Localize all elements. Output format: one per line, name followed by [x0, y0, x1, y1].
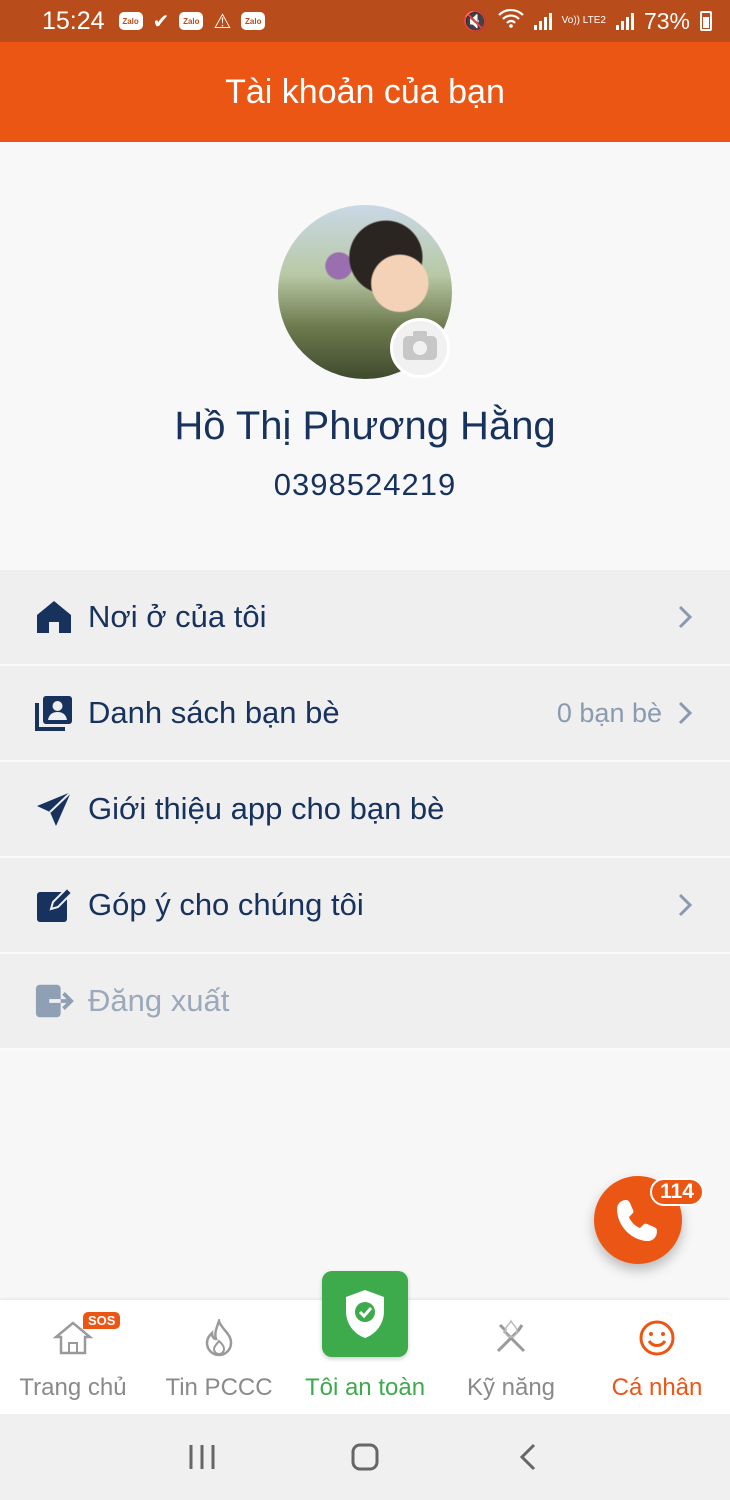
volte-label: Vo)) LTE2 [561, 15, 606, 26]
home-button[interactable] [345, 1437, 385, 1477]
signal-icon [615, 12, 634, 30]
tab-label: Cá nhân [611, 1374, 703, 1401]
menu-item-label: Danh sách bạn bè [88, 695, 340, 730]
signal-icon [533, 12, 552, 30]
profile-section: Hồ Thị Phương Hằng 0398524219 [0, 142, 730, 570]
user-name: Hồ Thị Phương Hằng [174, 404, 556, 448]
zalo-icon: Zalo [241, 12, 266, 30]
recent-apps-button[interactable] [182, 1437, 222, 1477]
chevron-right-icon [674, 602, 696, 632]
sos-badge: SOS [83, 1312, 121, 1329]
menu-item-label: Đăng xuất [88, 983, 230, 1018]
back-button[interactable] [508, 1437, 548, 1477]
fire-icon [202, 1318, 236, 1358]
zalo-icon: Zalo [179, 12, 204, 30]
mute-icon: 🔇 [462, 10, 488, 33]
status-time: 15:24 [42, 6, 105, 35]
app-header: Tài khoản của bạn [0, 42, 730, 142]
page-title: Tài khoản của bạn [225, 72, 505, 111]
notification-icons: Zalo ✔ Zalo ⚠ Zalo [118, 9, 266, 34]
tab-home[interactable]: SOS Trang chủ [0, 1300, 146, 1414]
friends-count: 0 bạn bè [556, 697, 662, 728]
menu-item-label: Giới thiệu app cho bạn bè [88, 791, 445, 826]
i-am-safe-button[interactable] [322, 1271, 408, 1357]
tools-icon [492, 1318, 530, 1358]
shield-check-icon [346, 1290, 384, 1338]
tab-label: Trang chủ [19, 1374, 127, 1401]
call-number-badge: 114 [650, 1178, 704, 1206]
battery-icon [700, 11, 712, 31]
system-indicators: 🔇 Vo)) LTE2 73% [463, 8, 712, 35]
menu-item-label: Nơi ở của tôi [88, 599, 267, 634]
system-navigation-bar [0, 1414, 730, 1500]
menu-item-logout[interactable]: Đăng xuất [0, 954, 730, 1050]
account-menu: Nơi ở của tôi Danh sách bạn bè 0 bạn bè … [0, 570, 730, 1050]
send-icon [34, 789, 74, 829]
warning-icon: ⚠ [213, 10, 232, 33]
contacts-icon [34, 693, 74, 733]
home-icon [34, 597, 74, 637]
change-avatar-button[interactable] [390, 318, 450, 378]
tab-fire-news[interactable]: Tin PCCC [146, 1300, 292, 1414]
menu-item-share-app[interactable]: Giới thiệu app cho bạn bè [0, 762, 730, 858]
menu-item-residence[interactable]: Nơi ở của tôi [0, 570, 730, 666]
download-done-icon: ✔ [152, 10, 170, 33]
wifi-icon [497, 8, 524, 34]
battery-percent: 73% [643, 7, 690, 34]
edit-icon [34, 885, 74, 925]
tab-label: Kỹ năng [466, 1374, 556, 1401]
user-phone: 0398524219 [273, 467, 457, 502]
menu-item-friends[interactable]: Danh sách bạn bè 0 bạn bè [0, 666, 730, 762]
menu-item-label: Góp ý cho chúng tôi [88, 887, 364, 922]
tab-label: Tôi an toàn [304, 1374, 426, 1401]
smile-icon [638, 1318, 676, 1358]
tab-skills[interactable]: Kỹ năng [438, 1300, 584, 1414]
menu-item-feedback[interactable]: Góp ý cho chúng tôi [0, 858, 730, 954]
home-outline-icon: SOS [53, 1312, 121, 1358]
status-bar: 15:24 Zalo ✔ Zalo ⚠ Zalo 🔇 Vo)) LTE2 73% [0, 0, 730, 42]
chevron-right-icon [674, 890, 696, 920]
tab-label: Tin PCCC [165, 1374, 273, 1401]
tab-profile[interactable]: Cá nhân [584, 1300, 730, 1414]
chevron-right-icon [674, 698, 696, 728]
zalo-icon: Zalo [118, 12, 143, 30]
phone-icon [617, 1200, 657, 1241]
camera-icon [403, 331, 437, 360]
logout-icon [34, 981, 74, 1021]
